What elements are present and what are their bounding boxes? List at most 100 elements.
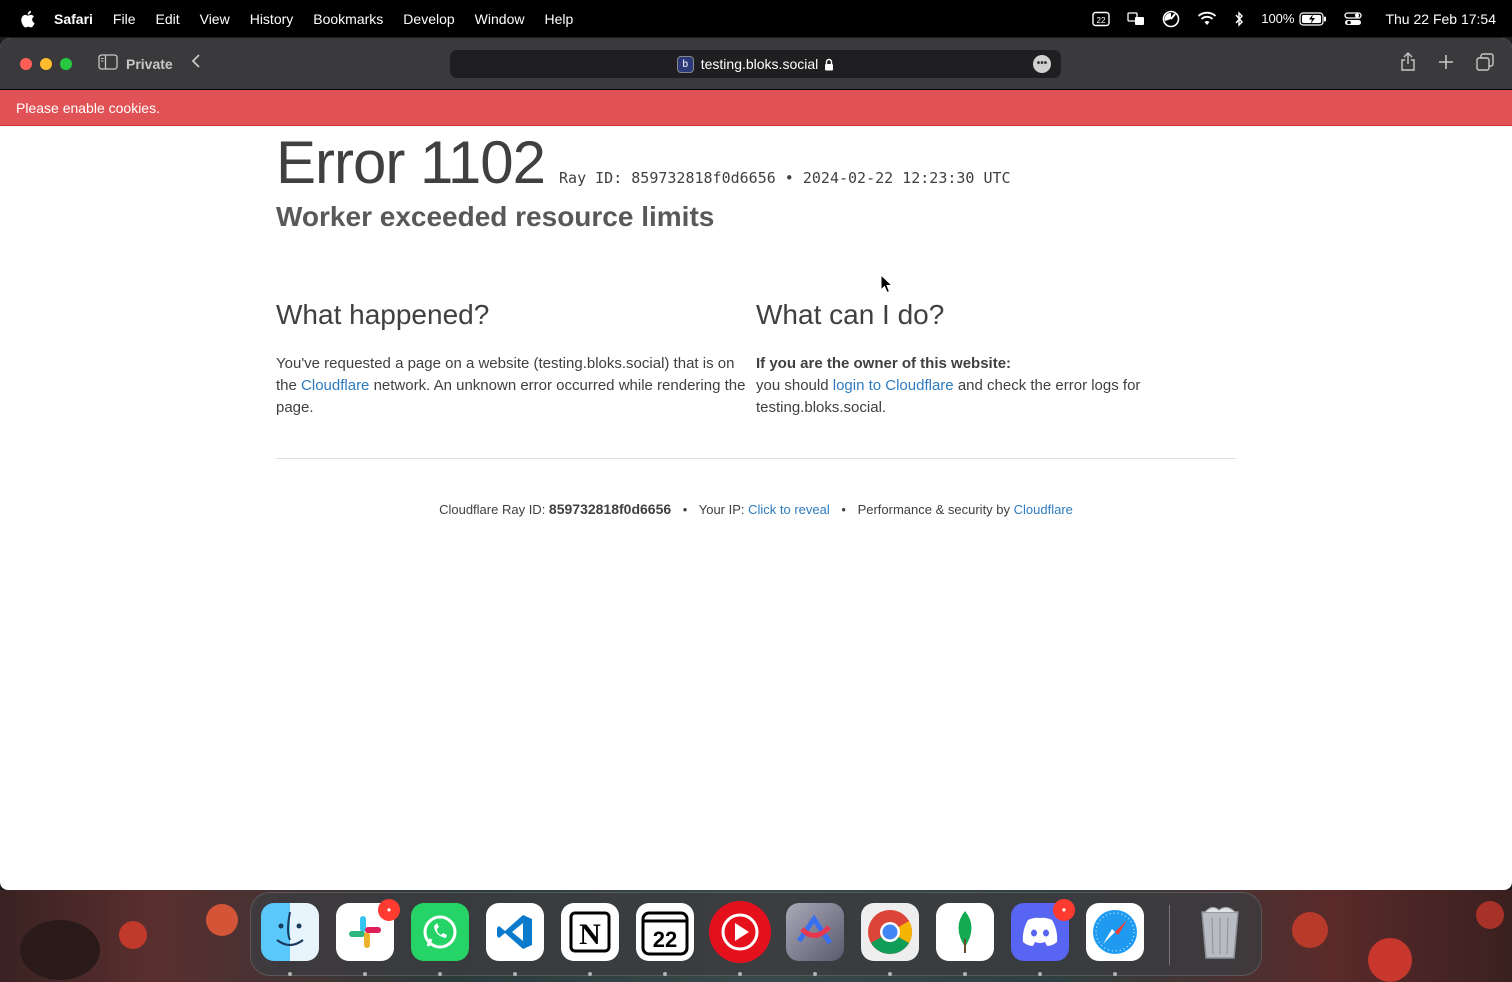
whatsapp-icon[interactable] bbox=[411, 903, 469, 961]
footer-ray-label: Cloudflare Ray ID: bbox=[439, 502, 549, 517]
error-subtitle: Worker exceeded resource limits bbox=[276, 201, 715, 232]
running-indicator bbox=[813, 972, 817, 976]
youtube-icon[interactable] bbox=[709, 901, 771, 963]
what-happened-section: What happened? You've requested a page o… bbox=[276, 299, 756, 419]
status-area: 22 100% Thu 22 Feb 17:54 bbox=[1092, 0, 1496, 37]
back-button[interactable] bbox=[191, 53, 201, 74]
menu-bar: Safari File Edit View History Bookmarks … bbox=[0, 0, 1512, 37]
menu-window[interactable]: Window bbox=[465, 11, 535, 27]
menu-history[interactable]: History bbox=[240, 11, 304, 27]
what-can-i-do-heading: What can I do? bbox=[756, 299, 945, 330]
reveal-ip-link[interactable]: Click to reveal bbox=[748, 502, 830, 517]
finder-icon[interactable] bbox=[261, 903, 319, 961]
running-indicator bbox=[1113, 972, 1117, 976]
running-indicator bbox=[513, 972, 517, 976]
translate-icon[interactable] bbox=[1127, 11, 1145, 27]
notion-icon[interactable]: N bbox=[561, 903, 619, 961]
what-can-i-do-text-start: you should bbox=[756, 377, 833, 394]
cloudflare-link[interactable]: Cloudflare bbox=[301, 377, 369, 394]
browser-toolbar: Private b testing.bloks.social ••• bbox=[0, 38, 1512, 90]
share-icon[interactable] bbox=[1400, 51, 1416, 77]
dock-separator bbox=[1169, 905, 1170, 965]
footer-separator: • bbox=[682, 502, 688, 517]
menu-file[interactable]: File bbox=[103, 11, 146, 27]
running-indicator bbox=[588, 972, 592, 976]
error-page: Error 1102 Ray ID: 859732818f0d6656 • 20… bbox=[276, 128, 1236, 517]
menu-help[interactable]: Help bbox=[534, 11, 583, 27]
speed-gauge-icon[interactable] bbox=[1162, 10, 1180, 28]
safari-icon[interactable] bbox=[1086, 903, 1144, 961]
footer-ip-label: Your IP: bbox=[698, 502, 749, 517]
svg-text:22: 22 bbox=[1097, 16, 1106, 25]
dock: • N 22 • bbox=[250, 892, 1262, 976]
tab-overview-icon[interactable] bbox=[1476, 52, 1494, 76]
what-can-i-do-section: What can I do? If you are the owner of t… bbox=[756, 299, 1236, 419]
bluetooth-icon[interactable] bbox=[1234, 10, 1244, 27]
footer-divider bbox=[276, 458, 1236, 459]
close-window-button[interactable] bbox=[20, 57, 32, 70]
trash-icon[interactable] bbox=[1191, 903, 1249, 961]
calendar-status-icon[interactable]: 22 bbox=[1092, 11, 1110, 27]
page-menu-icon[interactable]: ••• bbox=[1033, 55, 1051, 73]
control-center-icon[interactable] bbox=[1344, 11, 1363, 27]
error-title: Error 1102 bbox=[276, 129, 546, 196]
private-label: Private bbox=[126, 55, 173, 72]
running-indicator bbox=[288, 972, 292, 976]
error-footer: Cloudflare Ray ID: 859732818f0d6656 • Yo… bbox=[276, 501, 1236, 517]
minimize-window-button[interactable] bbox=[40, 57, 52, 70]
menu-view[interactable]: View bbox=[190, 11, 240, 27]
menu-develop[interactable]: Develop bbox=[393, 11, 464, 27]
site-favicon: b bbox=[676, 55, 694, 73]
what-happened-text: You've requested a page on a website (te… bbox=[276, 353, 756, 419]
notification-badge: • bbox=[1053, 899, 1075, 921]
window-controls bbox=[20, 57, 72, 70]
address-url: testing.bloks.social bbox=[700, 56, 819, 72]
wifi-icon[interactable] bbox=[1197, 11, 1217, 26]
running-indicator bbox=[1038, 972, 1042, 976]
footer-cloudflare-link[interactable]: Cloudflare bbox=[1014, 502, 1073, 517]
sidebar-toggle-button[interactable]: Private bbox=[98, 54, 173, 73]
chrome-icon[interactable] bbox=[861, 903, 919, 961]
menu-edit[interactable]: Edit bbox=[145, 11, 189, 27]
toolbar-actions bbox=[1400, 38, 1494, 90]
svg-text:22: 22 bbox=[653, 927, 677, 952]
address-bar[interactable]: b testing.bloks.social ••• bbox=[450, 50, 1061, 78]
battery-charging-icon[interactable] bbox=[1299, 11, 1327, 26]
error-header: Error 1102 Ray ID: 859732818f0d6656 • 20… bbox=[276, 128, 1236, 197]
running-indicator bbox=[963, 972, 967, 976]
login-to-cloudflare-link[interactable]: login to Cloudflare bbox=[833, 377, 954, 394]
slack-icon[interactable]: • bbox=[336, 899, 400, 961]
owner-label: If you are the owner of this website: bbox=[756, 355, 1012, 372]
apple-menu-icon[interactable] bbox=[0, 10, 54, 28]
mouse-cursor-icon bbox=[880, 273, 894, 299]
menu-bookmarks[interactable]: Bookmarks bbox=[303, 11, 393, 27]
running-indicator bbox=[888, 972, 892, 976]
battery-percent: 100% bbox=[1261, 11, 1295, 26]
what-can-i-do-text: If you are the owner of this website: you… bbox=[756, 353, 1236, 419]
what-happened-heading: What happened? bbox=[276, 299, 490, 330]
new-tab-icon[interactable] bbox=[1438, 54, 1454, 75]
zoom-window-button[interactable] bbox=[60, 57, 72, 70]
running-indicator bbox=[738, 972, 742, 976]
running-indicator bbox=[363, 972, 367, 976]
footer-separator: • bbox=[841, 502, 846, 517]
notification-badge: • bbox=[378, 899, 400, 921]
footer-perf-label: Performance & security by bbox=[857, 502, 1014, 517]
menu-clock[interactable]: Thu 22 Feb 17:54 bbox=[1385, 11, 1496, 27]
mongodb-icon[interactable] bbox=[936, 903, 994, 961]
affinity-icon[interactable] bbox=[786, 903, 844, 961]
footer-ray-id: 859732818f0d6656 bbox=[548, 501, 672, 517]
ray-id-line: Ray ID: 859732818f0d6656 • 2024-02-22 12… bbox=[559, 169, 1011, 187]
running-indicator bbox=[663, 972, 667, 976]
info-columns: What happened? You've requested a page o… bbox=[276, 299, 1236, 419]
calendar-icon[interactable]: 22 bbox=[636, 903, 694, 961]
chevron-left-icon bbox=[191, 53, 201, 74]
cookie-warning-banner: Please enable cookies. bbox=[0, 90, 1512, 126]
discord-icon[interactable]: • bbox=[1011, 899, 1075, 961]
lock-icon bbox=[824, 58, 834, 71]
cookie-warning-text: Please enable cookies. bbox=[16, 99, 160, 116]
running-indicator bbox=[438, 972, 442, 976]
menu-app-name[interactable]: Safari bbox=[54, 11, 103, 27]
vscode-icon[interactable] bbox=[486, 903, 544, 961]
sidebar-icon bbox=[98, 54, 118, 73]
